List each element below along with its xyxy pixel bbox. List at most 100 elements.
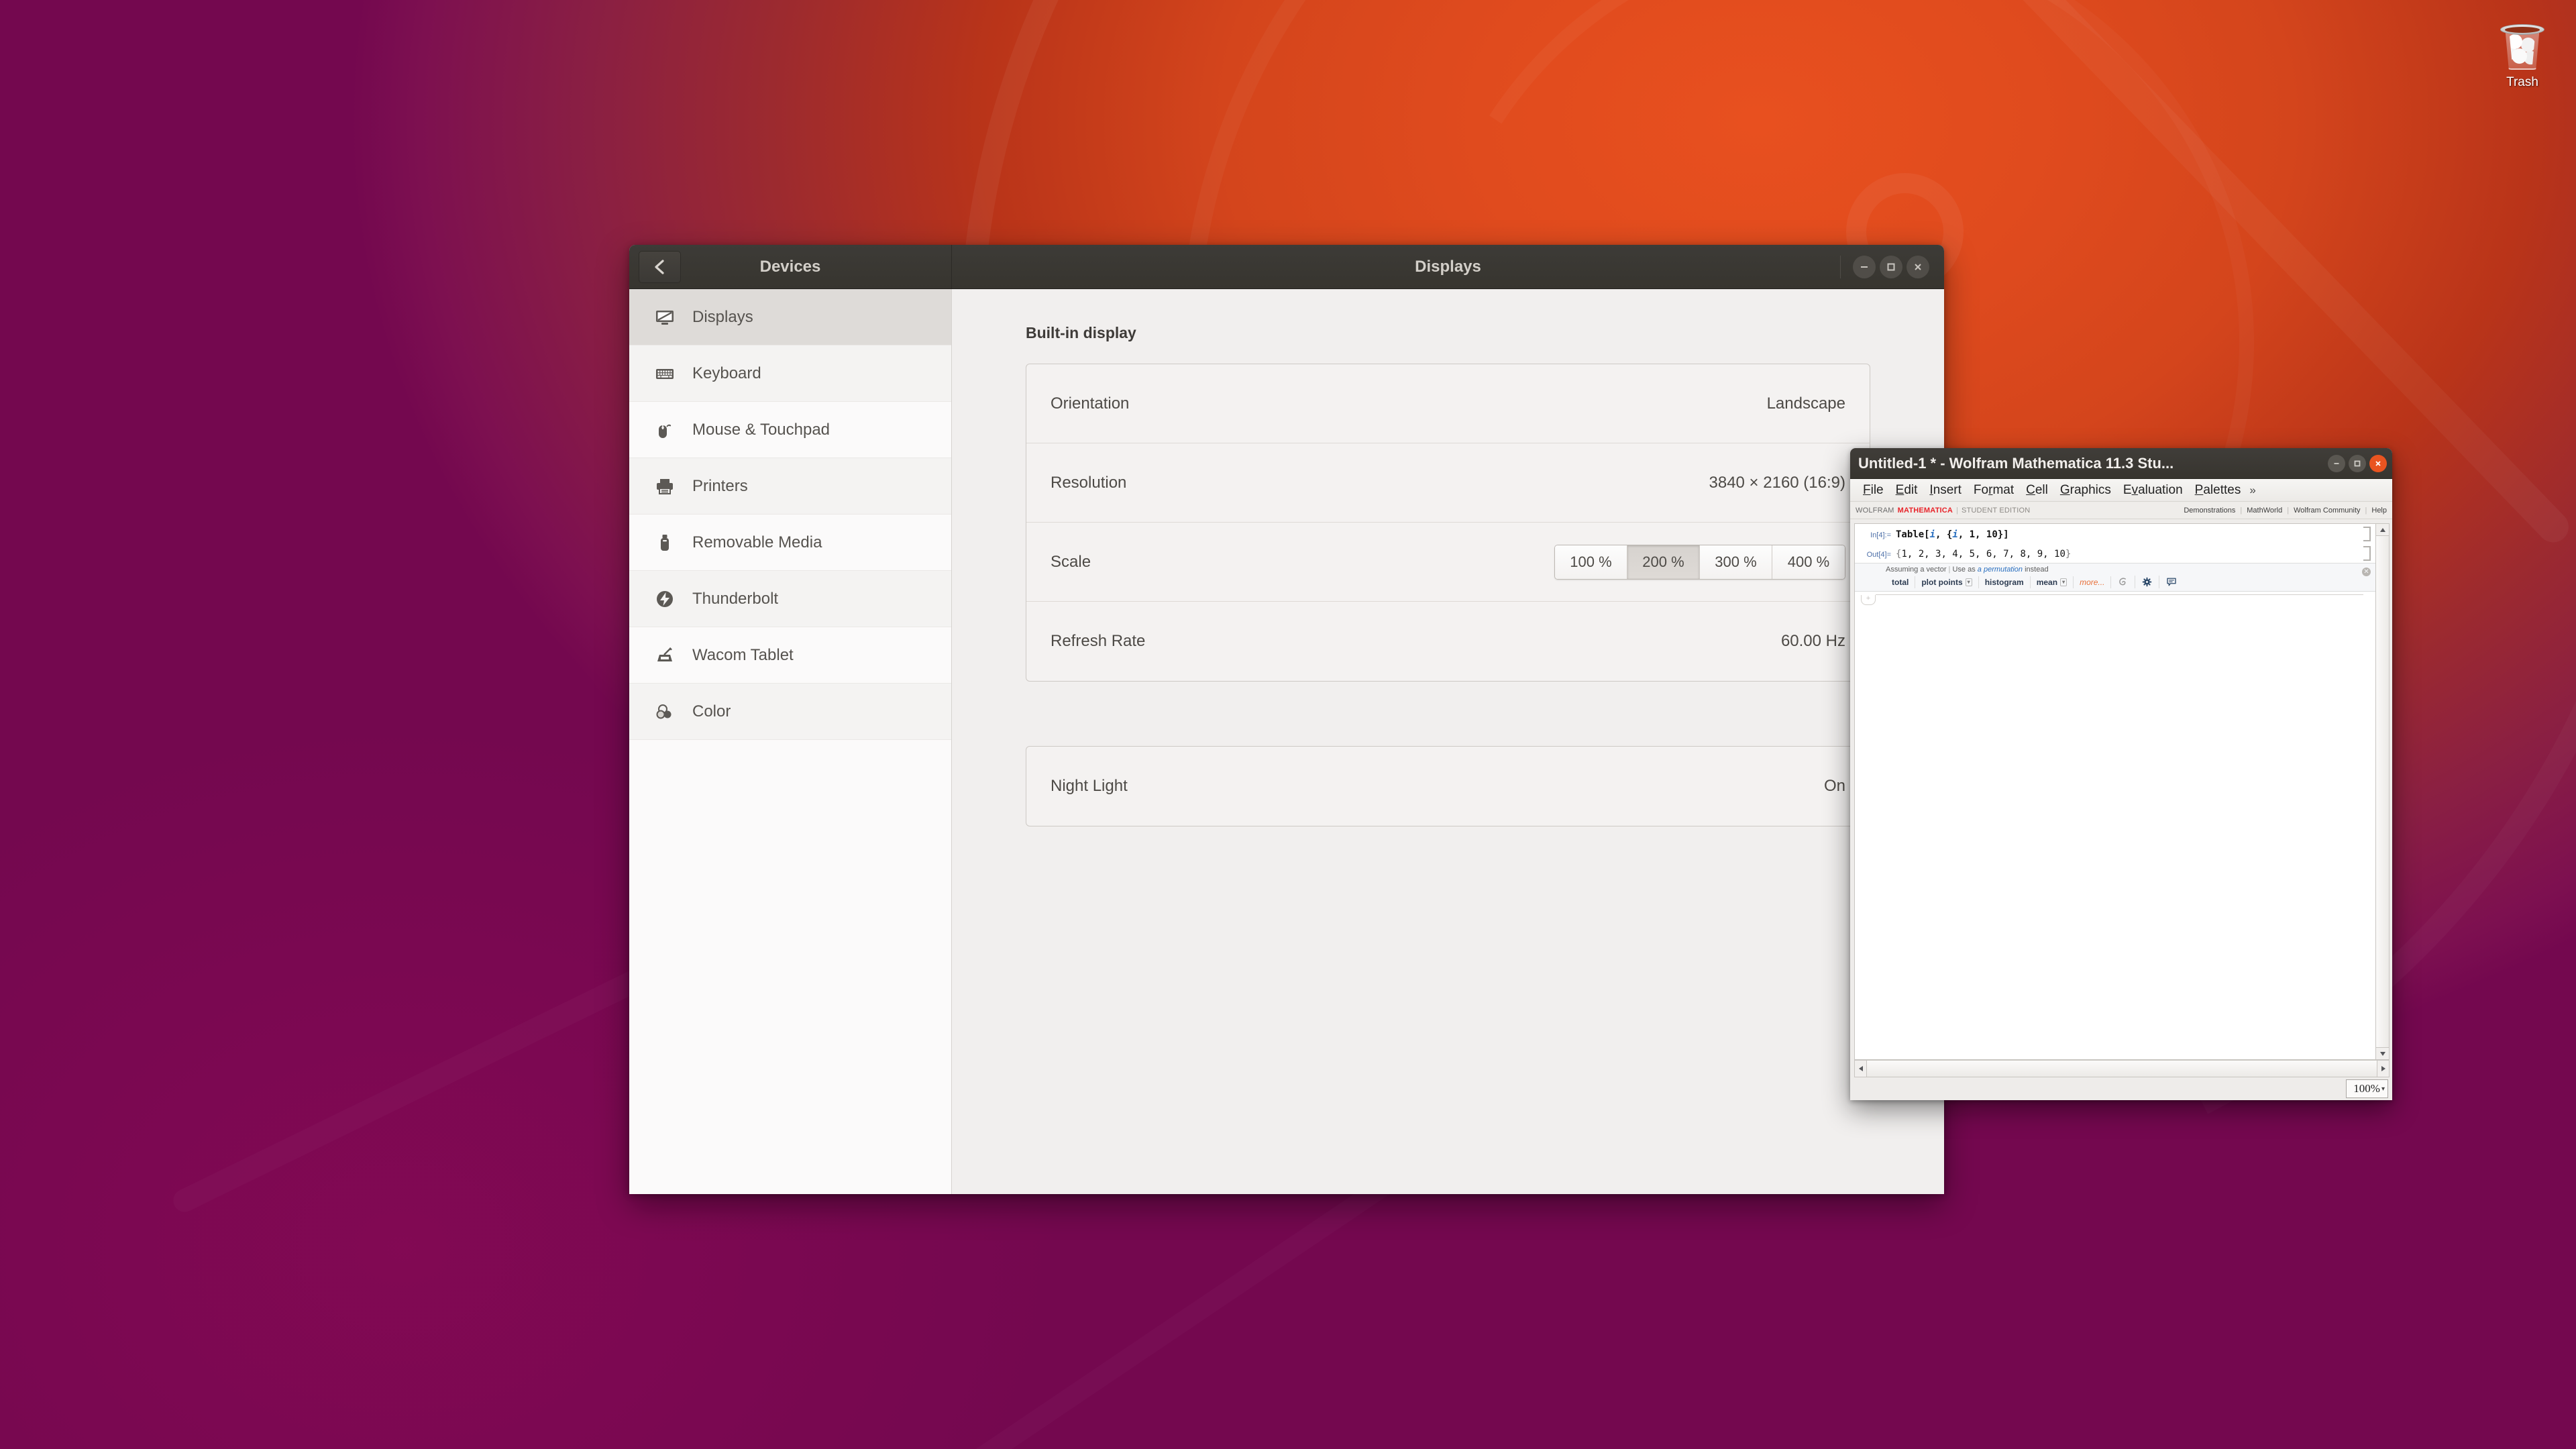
scale-option-200[interactable]: 200 % [1627,545,1700,579]
suggestion-histogram-button[interactable]: histogram [1979,576,2031,588]
color-icon [653,700,676,723]
sidebar-item-color[interactable]: Color [629,684,951,740]
link-help[interactable]: Help [2371,506,2387,515]
close-icon [2375,460,2381,466]
horizontal-scroll-track[interactable] [1867,1061,2377,1077]
settings-headerbar: Devices Displays [629,245,1944,289]
new-cell-plus-icon[interactable]: + [1861,595,1876,605]
minimize-button[interactable] [2328,454,2345,472]
suggestion-plot-points-button[interactable]: plot points ▾ [1915,576,1979,588]
close-icon [1915,263,1921,270]
settings-body: Displays Keyboard Mouse & Touchpad Print… [629,289,1944,1194]
link-wolfram-community[interactable]: Wolfram Community [2294,506,2360,515]
scroll-up-arrow-icon[interactable] [2376,524,2389,536]
row-night-light[interactable]: Night Light On [1026,747,1870,826]
sidebar-item-wacom-tablet[interactable]: Wacom Tablet [629,627,951,684]
input-cell[interactable]: In[4]:= Table[i, {i, 1, 10}] [1855,524,2375,543]
back-button[interactable] [639,250,681,283]
sidebar-item-keyboard[interactable]: Keyboard [629,345,951,402]
chevron-down-icon[interactable]: ▾ [2060,578,2068,586]
new-cell-insertion-line[interactable] [1876,594,2363,595]
maximize-button[interactable] [1880,255,1902,278]
zoom-level-dropdown[interactable]: 100% ▾ [2346,1079,2388,1098]
trash-label: Trash [2506,75,2538,89]
sidebar-item-mouse-touchpad[interactable]: Mouse & Touchpad [629,402,951,458]
notebook-canvas[interactable]: In[4]:= Table[i, {i, 1, 10}] Out[4]= {1, 2… [1854,523,2376,1060]
sidebar-item-printers[interactable]: Printers [629,458,951,515]
panel-heading: Built-in display [1026,324,1136,341]
suggestion-label: total [1892,577,1909,587]
row-value: 3840 × 2160 (16:9) [1709,473,1846,492]
scroll-right-arrow-icon[interactable] [2377,1061,2389,1077]
sidebar-item-displays[interactable]: Displays [629,289,951,345]
sidebar-item-label: Wacom Tablet [692,645,794,664]
chevron-down-icon[interactable]: ▾ [1965,578,1972,586]
assumption-divider: | [1948,566,1951,574]
cell-bracket[interactable] [2363,546,2371,561]
window-controls [1840,255,1929,278]
desktop: Trash Devices Displays Displays Keyboard… [0,0,2576,1449]
brand-mathematica: MATHEMATICA [1897,506,1953,515]
sidebar-item-removable-media[interactable]: Removable Media [629,515,951,571]
brand-wolfram: WOLFRAM [1856,506,1894,515]
assumption-text: Assuming a vector [1886,566,1947,574]
link-divider: | [2365,506,2367,515]
menu-edit[interactable]: Edit [1890,482,1924,499]
sidebar-item-label: Printers [692,476,748,495]
minimize-button[interactable] [1853,255,1876,278]
menu-evaluation[interactable]: Evaluation [2117,482,2189,499]
scale-option-100[interactable]: 100 % [1555,545,1627,579]
link-mathworld[interactable]: MathWorld [2247,506,2282,515]
horizontal-scrollbar[interactable] [1854,1060,2390,1077]
output-cell-label: Out[4]= [1866,551,1891,559]
row-value: On [1823,777,1845,795]
use-as-suffix: instead [2025,566,2049,574]
output-cell[interactable]: Out[4]= {1, 2, 3, 4, 5, 6, 7, 8, 9, 10} [1855,543,2375,563]
menu-overflow-icon[interactable]: » [2247,482,2258,498]
row-refresh-rate[interactable]: Refresh Rate 60.00 Hz [1026,602,1870,681]
menu-palettes[interactable]: Palettes [2189,482,2247,499]
menu-graphics[interactable]: Graphics [2054,482,2117,499]
scroll-left-arrow-icon[interactable] [1855,1061,1867,1077]
wacom-tablet-icon [653,644,676,667]
scroll-down-arrow-icon[interactable] [2376,1047,2389,1059]
close-button[interactable] [2369,454,2387,472]
desktop-icon-trash[interactable]: Trash [2482,19,2563,90]
close-icon[interactable]: ✕ [2362,568,2371,576]
comment-icon[interactable] [2159,576,2184,588]
row-scale: Scale 100 % 200 % 300 % 400 % [1026,523,1870,602]
sidebar-item-thunderbolt[interactable]: Thunderbolt [629,571,951,627]
menu-cell[interactable]: Cell [2020,482,2054,499]
row-resolution[interactable]: Resolution 3840 × 2160 (16:9) [1026,443,1870,523]
wolfram-spikey-icon[interactable] [2111,576,2136,588]
window-controls-divider [1840,255,1841,278]
gear-icon[interactable] [2135,576,2160,588]
chevron-down-icon: ▾ [2381,1085,2385,1093]
suggestion-mean-button[interactable]: mean ▾ [2031,576,2074,588]
thunderbolt-icon [653,588,676,610]
row-label: Scale [1051,552,1091,571]
use-as-link[interactable]: a permutation [1978,566,2023,574]
vertical-scroll-track[interactable] [2376,536,2389,1047]
cell-bracket[interactable] [2363,527,2371,541]
vertical-scrollbar[interactable] [2376,523,2390,1060]
menu-file[interactable]: File [1857,482,1890,499]
scale-option-400[interactable]: 400 % [1772,545,1845,579]
suggestion-total-button[interactable]: total [1886,576,1916,588]
suggestion-more-button[interactable]: more... [2074,576,2112,588]
maximize-button[interactable] [2349,454,2366,472]
row-label: Refresh Rate [1051,632,1146,650]
suggestion-bar: Assuming a vector | Use as a permutation… [1855,563,2375,592]
menu-format[interactable]: Format [1968,482,2020,499]
scale-option-300[interactable]: 300 % [1700,545,1772,579]
menu-insert[interactable]: Insert [1923,482,1968,499]
sidebar-item-label: Displays [692,307,753,326]
notebook-empty-area[interactable]: + [1855,592,2375,1059]
close-button[interactable] [1907,255,1929,278]
settings-headerbar-right: Displays [952,245,1944,288]
link-demonstrations[interactable]: Demonstrations [2184,506,2235,515]
suggestion-buttons: total plot points ▾ histogram mean ▾ mor… [1859,576,2371,588]
settings-headerbar-left: Devices [629,245,952,288]
use-as-prefix: Use as [1952,566,1976,574]
row-orientation[interactable]: Orientation Landscape [1026,364,1870,443]
